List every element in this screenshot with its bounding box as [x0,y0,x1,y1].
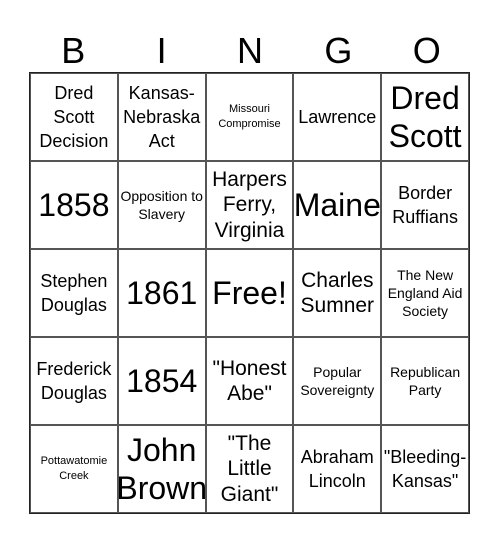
bingo-cell[interactable]: Abraham Lincoln [293,425,382,513]
bingo-cell[interactable]: Dred Scott [381,73,469,161]
bingo-cell-text: Charles Sumner [300,268,375,317]
bingo-cell-text: "The Little Giant" [220,432,279,506]
bingo-cell[interactable]: Stephen Douglas [30,249,118,337]
bingo-cell-text: Kansas-Nebraska Act [123,82,201,152]
bingo-cell[interactable]: 1858 [30,161,118,249]
bingo-cell[interactable]: Dred Scott Decision [30,73,118,161]
bingo-cell[interactable]: Free! [205,249,294,337]
bingo-cell[interactable]: "The Little Giant" [205,425,294,513]
bingo-cell-text: Missouri Compromise [218,102,281,130]
bingo-cell-text: 1854 [126,362,198,399]
bingo-cell[interactable]: Opposition to Slavery [117,161,206,249]
bingo-cell[interactable]: 1861 [117,249,206,337]
bingo-cell-text: "Honest Abe" [212,356,287,405]
header-letter-b: B [61,30,86,71]
bingo-cell-text: Abraham Lincoln [300,446,374,491]
bingo-cell-text: Dred Scott [388,79,462,154]
bingo-cell[interactable]: Harpers Ferry, Virginia [205,161,294,249]
bingo-cell-text: Border Ruffians [392,182,458,227]
bingo-cell-text: The New England Aid Society [387,266,463,320]
bingo-cell-text: Harpers Ferry, Virginia [212,168,287,242]
bingo-cell[interactable]: Pottawatomie Creek [30,425,118,513]
bingo-cell[interactable]: Popular Sovereignty [293,337,382,425]
bingo-cell[interactable]: Republican Party [381,337,469,425]
bingo-cell-text: 1861 [126,274,198,311]
bingo-cell-text: Republican Party [390,363,461,398]
bingo-cell-text: Popular Sovereignty [300,363,375,398]
bingo-cell-text: 1858 [38,186,110,223]
bingo-cell[interactable]: "Bleeding-Kansas" [381,425,469,513]
bingo-cell[interactable]: Border Ruffians [381,161,469,249]
bingo-cell-text: Pottawatomie Creek [40,454,108,482]
bingo-cell-text: John Brown [117,431,206,506]
bingo-cell-text: Lawrence [298,106,377,127]
bingo-cell[interactable]: John Brown [117,425,206,513]
bingo-cell[interactable]: Missouri Compromise [205,73,294,161]
bingo-cell[interactable]: Kansas-Nebraska Act [117,73,206,161]
bingo-cell-text: Stephen Douglas [40,270,108,315]
bingo-cell-text: Dred Scott Decision [39,82,109,152]
header-letter-g: G [324,30,353,71]
header-letter-n: N [236,30,263,71]
header-letter-o: O [412,30,441,71]
bingo-cell[interactable]: Maine [293,161,382,249]
bingo-cell[interactable]: Frederick Douglas [30,337,118,425]
bingo-cell[interactable]: Lawrence [293,73,382,161]
bingo-cell[interactable]: The New England Aid Society [381,249,469,337]
bingo-cell-text: "Bleeding-Kansas" [383,446,467,491]
bingo-cell[interactable]: Charles Sumner [293,249,382,337]
bingo-cell-text: Opposition to Slavery [120,187,203,222]
bingo-cell-text: Maine [293,186,381,223]
bingo-header: B I N G O [29,30,471,72]
bingo-cell[interactable]: "Honest Abe" [205,337,294,425]
bingo-cell[interactable]: 1854 [117,337,206,425]
bingo-cell-text: Frederick Douglas [36,358,112,403]
bingo-grid: Dred Scott Decision Kansas-Nebraska Act Mi… [29,72,470,514]
header-letter-i: I [156,30,167,71]
bingo-cell-text: Free! [212,274,287,311]
